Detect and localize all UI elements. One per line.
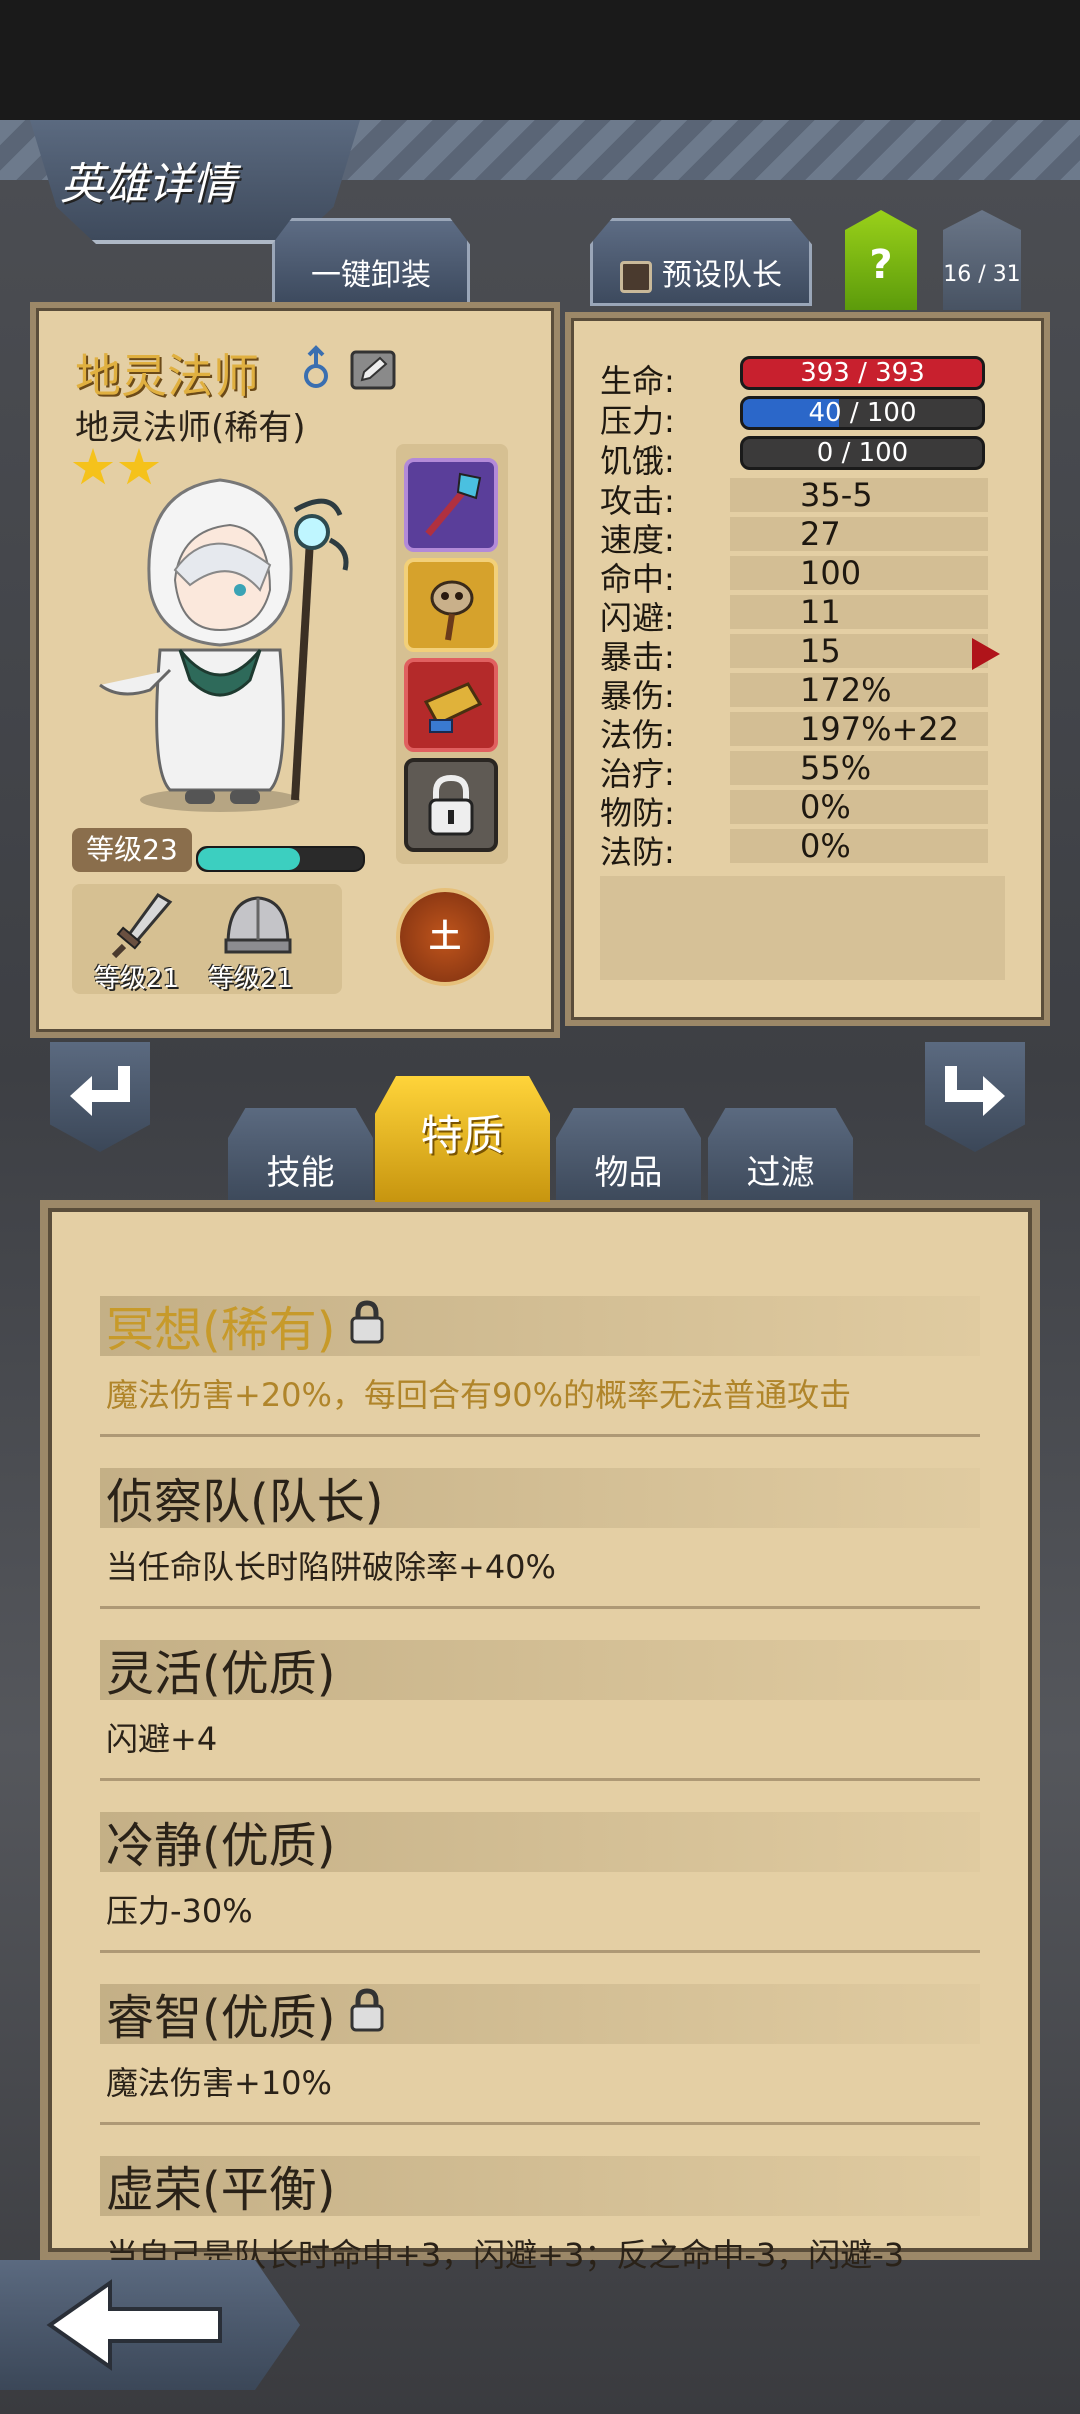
preset-captain-toggle[interactable]: 预设队长 [590,218,812,306]
stat-value: 35-5 [800,476,873,514]
stat-value: 27 [800,515,841,553]
status-bar [0,0,1080,120]
hp-bar: 393 / 393 [740,356,985,390]
stat-value: 15 [800,632,841,670]
gauntlet-icon [423,682,483,733]
trait-description: 闪避+4 [106,1720,218,1758]
stress-value: 40 / 100 [808,398,917,428]
xp-bar [196,846,365,872]
stat-band [730,517,988,551]
equip-slot-totem[interactable] [404,558,498,652]
tab-filter[interactable]: 过滤 [708,1108,853,1208]
trait-description: 魔法伤害+10% [106,2064,332,2102]
trait-divider [100,1434,980,1437]
stat-hunger: 饥饿: 0 / 100 [600,436,990,480]
stat-row: 攻击: 35-5 [600,476,990,520]
stat-row: 物防: 0% [600,788,990,832]
stat-row: 暴伤: 172% [600,671,990,715]
tab-skills[interactable]: 技能 [228,1108,373,1208]
stat-label: 法防: [600,833,675,871]
stat-band [730,790,988,824]
stat-row: 治疗: 55% [600,749,990,793]
stat-row: 速度: 27 [600,515,990,559]
trait-divider [100,1950,980,1953]
xp-bar-fill [198,848,301,870]
stat-row: 法防: 0% [600,827,990,871]
skull-totem-icon [430,580,474,641]
equip-slot-locked [404,758,498,852]
trait-divider [100,2122,980,2125]
help-button[interactable]: ? [845,210,917,310]
lock-icon [428,774,474,836]
stat-band [730,829,988,863]
stat-value: 0% [800,827,851,865]
arrow-left-icon [70,1066,130,1116]
trait-name: 睿智(优质) [106,1990,336,2046]
unequip-all-button[interactable]: 一键卸装 [272,218,470,306]
stat-value: 11 [800,593,841,631]
preset-captain-label: 预设队长 [662,258,782,293]
stat-row: 暴击: 15 [600,632,990,676]
stat-value: 100 [800,554,862,592]
stat-stress: 压力: 40 / 100 [600,396,990,440]
hero-level: 等级23 [72,828,192,872]
hunger-bar: 0 / 100 [740,436,985,470]
male-gender-icon [304,345,328,388]
trait-lock-icon [347,1298,387,1346]
sword-icon[interactable] [108,890,178,960]
trait-description: 压力-30% [106,1892,253,1930]
crit-info-arrow-icon[interactable] [972,638,1000,670]
helmet-level: 等级21 [208,964,294,994]
preset-captain-checkbox[interactable] [620,260,652,293]
trait-name: 冥想(稀有) [106,1302,336,1358]
trait-divider [100,1606,980,1609]
hp-value: 393 / 393 [800,358,925,388]
equip-slot-staff[interactable] [404,458,498,552]
page-title: 英雄详情 [60,159,236,210]
tab-items[interactable]: 物品 [556,1108,701,1208]
trait-description: 魔法伤害+20%，每回合有90%的概率无法普通攻击 [106,1376,852,1414]
trait-name: 虚荣(平衡) [106,2162,336,2218]
trait-divider [100,1778,980,1781]
stat-value: 55% [800,749,872,787]
stat-band [730,595,988,629]
rename-edit-icon[interactable] [350,350,396,390]
stat-row: 闪避: 11 [600,593,990,637]
hero-name: 地灵法师 [75,349,259,403]
hero-class: 地灵法师(稀有) [75,408,306,448]
trait-name: 侦察队(队长) [106,1474,384,1530]
stress-bar: 40 / 100 [740,396,985,430]
helmet-icon[interactable] [218,890,298,960]
trait-description: 当任命队长时陷阱破除率+40% [106,1548,556,1586]
stat-row: 法伤: 197%+22 [600,710,990,754]
element-earth-icon[interactable]: 土 [396,888,494,986]
tab-traits[interactable]: 特质 [375,1076,550,1202]
trait-name: 灵活(优质) [106,1646,336,1702]
stat-value: 197%+22 [800,710,960,748]
stat-band [730,634,988,668]
crystal-staff-icon [425,472,482,537]
stat-value: 172% [800,671,892,709]
weapon-level: 等级21 [94,964,180,994]
stat-value: 0% [800,788,851,826]
arrow-right-icon [945,1066,1005,1116]
equip-slot-gauntlet[interactable] [404,658,498,752]
stat-hp: 生命: 393 / 393 [600,356,990,400]
trait-lock-icon [347,1986,387,2034]
roster-count: 16 / 31 [943,210,1021,310]
trait-name: 冷静(优质) [106,1818,336,1874]
stats-footer-band [600,876,1005,980]
hero-portrait [99,478,349,812]
stat-row: 命中: 100 [600,554,990,598]
hunger-value: 0 / 100 [816,438,909,468]
back-arrow-icon [46,2279,222,2371]
